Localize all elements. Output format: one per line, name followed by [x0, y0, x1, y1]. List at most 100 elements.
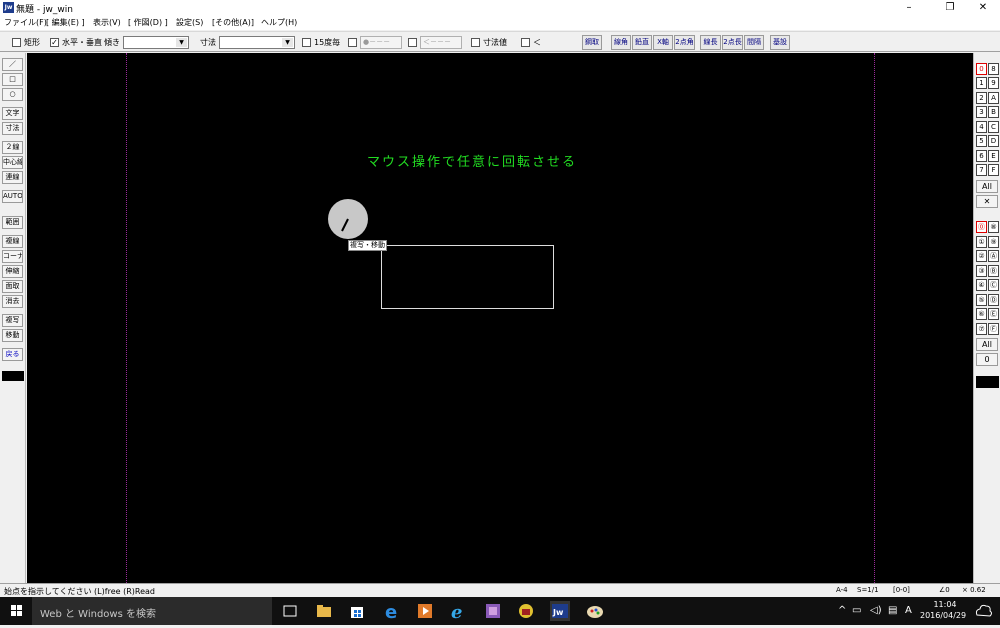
layer-8[interactable]: 8: [988, 63, 999, 75]
layer-group-c[interactable]: Ⓒ: [988, 279, 999, 291]
toolbar-button-1[interactable]: 鋼取: [582, 35, 602, 50]
store-icon[interactable]: [347, 601, 367, 621]
menu-file[interactable]: ファイル(F): [4, 17, 47, 28]
menu-other[interactable]: [その他(A)]: [212, 17, 254, 28]
layer-f[interactable]: F: [988, 164, 999, 176]
layer-5[interactable]: 5: [976, 135, 987, 147]
tool-text[interactable]: 文字: [2, 107, 23, 120]
jw-cad-icon[interactable]: Jw: [550, 601, 570, 621]
minimize-button[interactable]: –: [892, 0, 926, 15]
layer-a[interactable]: A: [988, 92, 999, 104]
volume-icon[interactable]: ◁): [870, 605, 882, 616]
layer-group-3[interactable]: ③: [976, 265, 987, 277]
clock-date[interactable]: 2016/04/29: [920, 611, 966, 620]
point-checkbox[interactable]: [348, 38, 357, 47]
rotation-dial[interactable]: [328, 199, 368, 239]
tool-parallel[interactable]: 複線: [2, 235, 23, 248]
toolbar-button-6[interactable]: 線長: [700, 35, 721, 50]
paint-icon[interactable]: [585, 601, 605, 621]
layer-group-all-button[interactable]: All: [976, 338, 998, 351]
toolbar-button-3[interactable]: 鉛直: [632, 35, 652, 50]
layer-3[interactable]: 3: [976, 106, 987, 118]
network-icon[interactable]: ▭: [852, 605, 861, 616]
tray-expand-icon[interactable]: ^: [838, 605, 846, 616]
layer-group-4[interactable]: ④: [976, 279, 987, 291]
layer-9[interactable]: 9: [988, 77, 999, 89]
layer-group-b[interactable]: Ⓑ: [988, 265, 999, 277]
toolbar-button-7[interactable]: 2点長: [722, 35, 743, 50]
toolbar-button-4[interactable]: X軸: [653, 35, 673, 50]
layer-all-button[interactable]: All: [976, 180, 998, 193]
menu-settings[interactable]: 設定(S): [176, 17, 203, 28]
file-explorer-icon[interactable]: [314, 601, 334, 621]
toolbar-button-9[interactable]: 基設: [770, 35, 790, 50]
windows-start-icon[interactable]: [0, 597, 32, 625]
menu-edit[interactable]: [ 編集(E) ]: [46, 17, 85, 28]
layer-group-1[interactable]: ①: [976, 236, 987, 248]
layer-e[interactable]: E: [988, 150, 999, 162]
less-than-checkbox[interactable]: [521, 38, 530, 47]
rect-checkbox[interactable]: [12, 38, 21, 47]
layer-4[interactable]: 4: [976, 121, 987, 133]
edge-browser-icon[interactable]: e: [382, 601, 402, 623]
close-button[interactable]: ✕: [966, 0, 1000, 15]
media-app-icon[interactable]: [483, 601, 503, 621]
task-view-icon[interactable]: [280, 601, 300, 621]
tool-chamfer[interactable]: 面取: [2, 280, 23, 293]
horizontal-vertical-checkbox[interactable]: ✓: [50, 38, 59, 47]
layer-readout[interactable]: [0-0]: [893, 586, 910, 594]
dim-value-checkbox[interactable]: [471, 38, 480, 47]
tool-corner[interactable]: コーナー: [2, 250, 23, 263]
zoom-readout[interactable]: × 0.62: [962, 586, 986, 594]
tool-center-line[interactable]: 中心線: [2, 156, 23, 169]
scale-readout[interactable]: S=1/1: [857, 586, 879, 594]
dimension-combo[interactable]: ▼: [219, 36, 295, 49]
action-center-icon[interactable]: [973, 601, 993, 621]
menu-help[interactable]: ヘルプ(H): [261, 17, 297, 28]
layer-group-2[interactable]: ②: [976, 250, 987, 262]
tool-circle[interactable]: ○: [2, 88, 23, 101]
menu-view[interactable]: 表示(V): [93, 17, 121, 28]
notification-icon[interactable]: ▤: [888, 605, 897, 616]
tool-range[interactable]: 範囲: [2, 216, 23, 229]
angle-readout[interactable]: ∠0: [939, 586, 950, 594]
layer-0[interactable]: 0: [976, 63, 987, 75]
layer-7[interactable]: 7: [976, 164, 987, 176]
tool-line[interactable]: ／: [2, 58, 23, 71]
arrow-checkbox[interactable]: [408, 38, 417, 47]
line-style-swatch[interactable]: [2, 371, 24, 381]
tool-copy[interactable]: 複写: [2, 314, 23, 327]
toolbar-button-5[interactable]: 2点角: [674, 35, 695, 50]
layer-group-e[interactable]: Ⓔ: [988, 308, 999, 320]
layer-c[interactable]: C: [988, 121, 999, 133]
line-color-swatch[interactable]: [976, 376, 999, 388]
layer-group-8[interactable]: ⑧: [988, 221, 999, 233]
toolbar-button-8[interactable]: 間隔: [744, 35, 764, 50]
internet-explorer-icon[interactable]: e: [449, 601, 469, 623]
layer-group-d[interactable]: Ⓓ: [988, 294, 999, 306]
layer-group-5[interactable]: ⑤: [976, 294, 987, 306]
toolbar-button-2[interactable]: 線角: [611, 35, 631, 50]
tool-undo[interactable]: 戻る: [2, 348, 23, 361]
layer-2[interactable]: 2: [976, 92, 987, 104]
character-app-icon[interactable]: [516, 601, 536, 621]
layer-group-zero-button[interactable]: 0: [976, 353, 998, 366]
tool-erase[interactable]: 消去: [2, 295, 23, 308]
layer-b[interactable]: B: [988, 106, 999, 118]
tool-continuous-line[interactable]: 連線: [2, 171, 23, 184]
layer-group-a[interactable]: Ⓐ: [988, 250, 999, 262]
drawing-canvas[interactable]: マウス操作で任意に回転させる 複写・移動: [27, 53, 973, 583]
layer-1[interactable]: 1: [976, 77, 987, 89]
layer-group-0[interactable]: ⓪: [976, 221, 987, 233]
layer-group-9[interactable]: ⑨: [988, 236, 999, 248]
layer-6[interactable]: 6: [976, 150, 987, 162]
clock-time[interactable]: 11:04: [930, 600, 960, 609]
restore-button[interactable]: ❐: [933, 0, 967, 15]
layer-close-icon[interactable]: ✕: [976, 195, 998, 208]
layer-group-7[interactable]: ⑦: [976, 323, 987, 335]
menu-draw[interactable]: [ 作図(D) ]: [128, 17, 168, 28]
layer-d[interactable]: D: [988, 135, 999, 147]
paper-size[interactable]: A-4: [836, 586, 848, 594]
media-player-icon[interactable]: [415, 601, 435, 621]
tool-double-line[interactable]: ２線: [2, 141, 23, 154]
